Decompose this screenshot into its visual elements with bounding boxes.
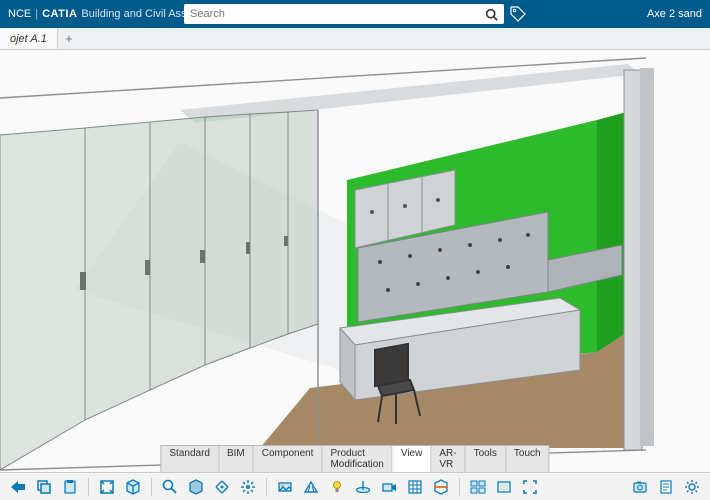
tool-depth-icon[interactable] bbox=[492, 475, 516, 499]
cmdtab-bim[interactable]: BIM bbox=[219, 446, 254, 472]
add-tab-button[interactable]: + bbox=[58, 28, 80, 49]
cmdtab-product-modification[interactable]: Product Modification bbox=[322, 446, 392, 472]
tool-settings-icon[interactable] bbox=[680, 475, 704, 499]
document-tab[interactable]: ojet A.1 bbox=[0, 28, 58, 49]
cmdtab-tools[interactable]: Tools bbox=[466, 446, 506, 472]
tool-grid-icon[interactable] bbox=[403, 475, 427, 499]
tool-explode-icon[interactable] bbox=[236, 475, 260, 499]
tool-copy-icon[interactable] bbox=[32, 475, 56, 499]
cmdtab-touch[interactable]: Touch bbox=[506, 446, 549, 472]
document-tabstrip: ojet A.1 + bbox=[0, 28, 710, 50]
command-tabstrip: Standard BIM Component Product Modificat… bbox=[160, 445, 549, 472]
brand-main: CATIA bbox=[42, 8, 77, 20]
toolbar-right-group bbox=[628, 475, 704, 499]
cmdtab-component[interactable]: Component bbox=[254, 446, 323, 472]
tool-fit-all-icon[interactable] bbox=[95, 475, 119, 499]
cmdtab-ar-vr[interactable]: AR-VR bbox=[431, 446, 465, 472]
tool-cube-view-icon[interactable] bbox=[121, 475, 145, 499]
tool-paste-icon[interactable] bbox=[58, 475, 82, 499]
bottom-toolbar bbox=[0, 472, 710, 500]
tool-ground-icon[interactable] bbox=[351, 475, 375, 499]
toolbar-separator bbox=[459, 478, 460, 496]
tool-fullscreen-icon[interactable] bbox=[518, 475, 542, 499]
toolbar-separator bbox=[266, 478, 267, 496]
tool-zoom-icon[interactable] bbox=[158, 475, 182, 499]
tool-viewpoints-icon[interactable] bbox=[466, 475, 490, 499]
toolbar-separator bbox=[151, 478, 152, 496]
tool-ambience-icon[interactable] bbox=[273, 475, 297, 499]
search-box[interactable] bbox=[184, 4, 504, 24]
cmdtab-standard[interactable]: Standard bbox=[161, 446, 219, 472]
tool-recenter-icon[interactable] bbox=[210, 475, 234, 499]
toolbar-separator bbox=[88, 478, 89, 496]
tool-review-icon[interactable] bbox=[654, 475, 678, 499]
tag-icon[interactable] bbox=[510, 6, 526, 22]
tool-fly-through-icon[interactable] bbox=[6, 475, 30, 499]
tool-camera-icon[interactable] bbox=[377, 475, 401, 499]
tool-render-mode-icon[interactable] bbox=[184, 475, 208, 499]
tool-section-icon[interactable] bbox=[429, 475, 453, 499]
tool-light-icon[interactable] bbox=[325, 475, 349, 499]
search-icon[interactable] bbox=[485, 8, 498, 21]
top-bar: NCE | CATIA Building and Civil Assemblie… bbox=[0, 0, 710, 28]
search-input[interactable] bbox=[190, 8, 485, 20]
viewport-3d[interactable] bbox=[0, 50, 710, 472]
cmdtab-view[interactable]: View bbox=[393, 446, 432, 472]
brand-prefix: NCE bbox=[8, 8, 31, 20]
search-area bbox=[184, 4, 526, 24]
tool-capture-icon[interactable] bbox=[628, 475, 652, 499]
tool-perspective-icon[interactable] bbox=[299, 475, 323, 499]
top-right-text: Axe 2 sand bbox=[647, 8, 702, 20]
brand-separator: | bbox=[35, 8, 38, 20]
document-tab-label: ojet A.1 bbox=[10, 33, 47, 45]
